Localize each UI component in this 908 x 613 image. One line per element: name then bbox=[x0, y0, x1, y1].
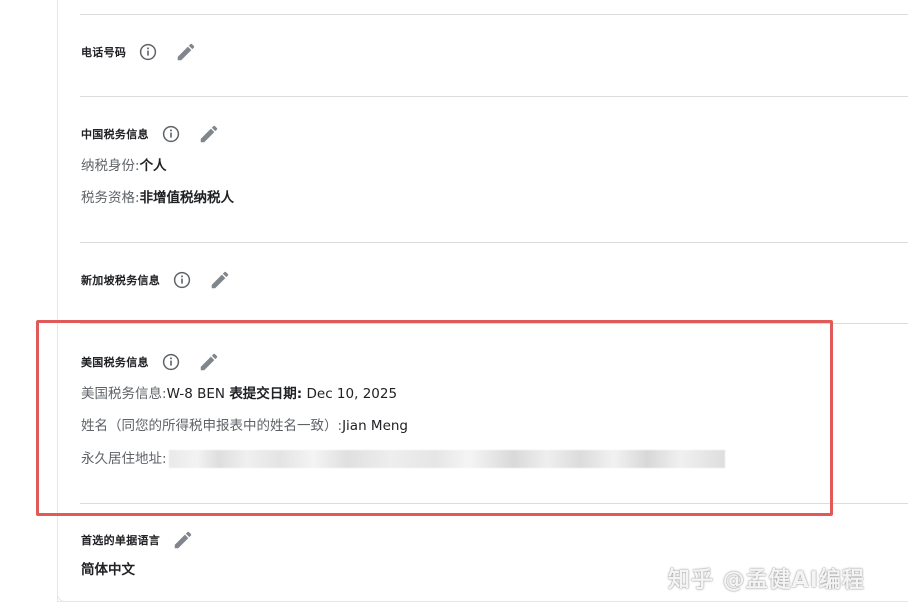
edit-pencil-icon[interactable] bbox=[198, 123, 220, 145]
us-tax-name-row: 姓名（同您的所得税申报表中的姓名一致）:Jian Meng bbox=[81, 416, 408, 436]
edit-pencil-icon[interactable] bbox=[198, 351, 220, 373]
china-tax-section-title: 中国税务信息 bbox=[81, 128, 149, 141]
watermark: 知乎 @孟健AI编程 bbox=[668, 568, 865, 593]
tax-qualification-value: 非增值税纳税人 bbox=[139, 190, 235, 206]
name-label: 姓名（同您的所得税申报表中的姓名一致）: bbox=[81, 418, 343, 434]
payments-settings-page: 电话号码 中国税务信息 纳税身份:个人 税务资格:非增值税纳税人 新加坡税务信息 bbox=[0, 0, 908, 613]
singapore-tax-section-title: 新加坡税务信息 bbox=[81, 274, 161, 287]
language-section-header: 首选的单据语言 bbox=[81, 528, 194, 552]
tax-qualification-row: 税务资格:非增值税纳税人 bbox=[81, 188, 234, 208]
card-border-left bbox=[57, 0, 58, 602]
us-tax-info-label: 美国税务信息: bbox=[81, 386, 167, 402]
edit-pencil-icon[interactable] bbox=[209, 269, 231, 291]
language-section-title: 首选的单据语言 bbox=[81, 534, 161, 547]
divider bbox=[80, 96, 908, 97]
info-icon[interactable] bbox=[162, 125, 180, 143]
divider bbox=[80, 242, 908, 243]
card-border-bottom bbox=[57, 601, 908, 602]
address-value-redacted bbox=[168, 450, 725, 468]
language-row: 简体中文 bbox=[81, 560, 135, 580]
language-value: 简体中文 bbox=[81, 562, 135, 578]
tax-status-row: 纳税身份:个人 bbox=[81, 156, 167, 176]
card-corner bbox=[57, 588, 71, 602]
name-value: Jian Meng bbox=[342, 418, 408, 434]
us-tax-section-title: 美国税务信息 bbox=[81, 356, 149, 369]
tax-status-label: 纳税身份: bbox=[81, 158, 140, 174]
divider bbox=[80, 503, 908, 504]
us-tax-address-row: 永久居住地址: bbox=[81, 449, 725, 469]
singapore-tax-section-header: 新加坡税务信息 bbox=[81, 268, 231, 292]
info-icon[interactable] bbox=[139, 43, 157, 61]
info-icon[interactable] bbox=[162, 353, 180, 371]
china-tax-section-header: 中国税务信息 bbox=[81, 122, 220, 146]
edit-pencil-icon[interactable] bbox=[175, 41, 197, 63]
divider bbox=[80, 323, 908, 324]
phone-section-header: 电话号码 bbox=[81, 40, 197, 64]
divider bbox=[80, 14, 908, 15]
tax-status-value: 个人 bbox=[139, 158, 167, 174]
address-label: 永久居住地址: bbox=[81, 451, 167, 467]
submit-date-label: 表提交日期: bbox=[229, 386, 303, 402]
submit-date-value: Dec 10, 2025 bbox=[306, 386, 398, 402]
tax-qualification-label: 税务资格: bbox=[81, 190, 140, 206]
us-tax-section-header: 美国税务信息 bbox=[81, 350, 220, 374]
us-tax-form-row: 美国税务信息:W-8 BEN 表提交日期: Dec 10, 2025 bbox=[81, 384, 397, 404]
info-icon[interactable] bbox=[173, 271, 191, 289]
phone-section-title: 电话号码 bbox=[81, 46, 127, 59]
edit-pencil-icon[interactable] bbox=[172, 529, 194, 551]
us-tax-form-value: W-8 BEN bbox=[166, 386, 226, 402]
